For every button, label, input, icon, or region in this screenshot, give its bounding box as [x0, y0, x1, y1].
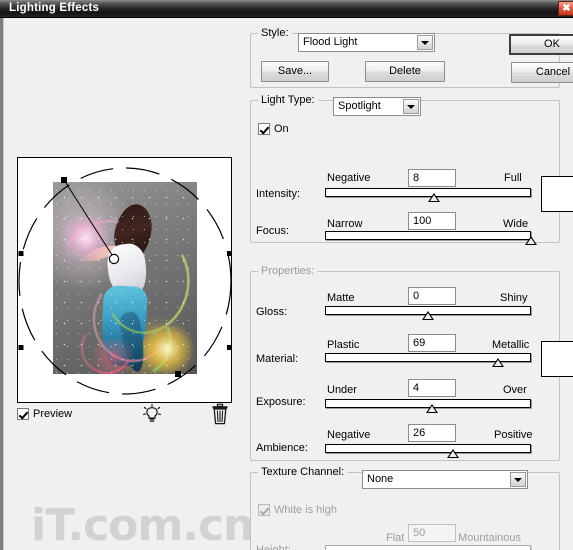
style-select-value: Flood Light: [303, 36, 358, 48]
chevron-down-icon[interactable]: [417, 35, 433, 50]
gloss-value-input[interactable]: 0: [408, 287, 456, 305]
white-is-high-checkbox[interactable]: White is high: [258, 504, 337, 516]
intensity-max-label: Full: [504, 172, 522, 184]
slider-thumb[interactable]: [446, 449, 459, 458]
light-type-select-value: Spotlight: [338, 100, 381, 112]
delete-style-button[interactable]: Delete: [365, 61, 445, 82]
lighting-effects-dialog: Lighting Effects ✖ iT.com.cn Preview Sty…: [0, 0, 573, 550]
texture-channel-select-value: None: [367, 473, 394, 485]
intensity-min-label: Negative: [327, 172, 371, 184]
ambience-slider[interactable]: [325, 444, 531, 458]
material-value-input[interactable]: 69: [408, 334, 456, 352]
exposure-label: Exposure:: [256, 396, 306, 408]
light-center-handle: [108, 253, 120, 265]
height-label: Height:: [256, 544, 291, 550]
texture-channel-group-legend: Texture Channel:: [258, 466, 348, 478]
slider-thumb[interactable]: [428, 193, 441, 202]
focus-value-input[interactable]: 100: [408, 212, 456, 230]
light-handle: [61, 177, 67, 183]
intensity-label: Intensity:: [256, 188, 301, 200]
light-handle: [18, 345, 24, 350]
light-on-label: On: [274, 123, 289, 135]
trash-icon[interactable]: [211, 403, 229, 425]
light-type-group-legend: Light Type:: [258, 94, 318, 106]
slider-thumb[interactable]: [426, 404, 439, 413]
height-max-label: Mountainous: [458, 532, 521, 544]
light-handle: [227, 345, 231, 350]
material-label: Material:: [256, 353, 299, 365]
exposure-value-input[interactable]: 4: [408, 379, 456, 397]
save-style-button[interactable]: Save...: [261, 61, 329, 82]
material-min-label: Plastic: [327, 339, 360, 351]
light-direction-line: [63, 179, 115, 259]
material-slider[interactable]: [325, 353, 531, 367]
chevron-down-icon[interactable]: [510, 472, 526, 487]
gloss-max-label: Shiny: [500, 292, 528, 304]
checkbox-box[interactable]: [17, 408, 29, 420]
close-icon[interactable]: ✖: [558, 1, 573, 16]
properties-group-legend: Properties:: [258, 265, 318, 277]
ambience-max-label: Positive: [494, 429, 533, 441]
style-select[interactable]: Flood Light: [298, 33, 435, 52]
style-group-legend: Style:: [258, 27, 292, 39]
slider-thumb[interactable]: [525, 236, 537, 245]
light-ellipse: [18, 167, 231, 395]
focus-min-label: Narrow: [327, 218, 363, 230]
lightbulb-icon[interactable]: [143, 404, 161, 424]
light-ellipse-overlay[interactable]: [18, 158, 232, 403]
slider-track[interactable]: [325, 231, 531, 240]
window-title: Lighting Effects: [9, 2, 100, 14]
ambience-value-input[interactable]: 26: [408, 424, 456, 442]
white-is-high-label: White is high: [274, 504, 337, 516]
exposure-slider[interactable]: [325, 399, 531, 413]
focus-max-label: Wide: [503, 218, 529, 230]
texture-channel-select[interactable]: None: [362, 470, 528, 489]
light-handle: [18, 251, 24, 256]
slider-thumb[interactable]: [492, 358, 505, 367]
light-on-checkbox[interactable]: On: [258, 123, 289, 135]
gloss-slider[interactable]: [325, 306, 531, 320]
ambient-color-swatch[interactable]: [541, 341, 573, 377]
light-color-swatch[interactable]: [541, 176, 573, 212]
light-handle: [227, 251, 231, 256]
dialog-body: iT.com.cn Preview Style: Flood Light Sav…: [0, 18, 573, 550]
height-slider: [325, 545, 531, 550]
material-max-label: Metallic: [492, 339, 530, 351]
watermark: iT.com.cn: [31, 500, 254, 550]
height-min-label: Flat: [386, 532, 405, 544]
ambience-label: Ambience:: [256, 442, 308, 454]
focus-label: Focus:: [256, 225, 290, 237]
checkbox-box[interactable]: [258, 123, 270, 135]
focus-slider[interactable]: [325, 231, 537, 245]
preview-checkbox-label: Preview: [33, 408, 73, 420]
height-value-input: 50: [408, 524, 456, 542]
intensity-value-input[interactable]: 8: [408, 169, 456, 187]
exposure-max-label: Over: [503, 384, 527, 396]
ok-button[interactable]: OK: [509, 34, 573, 55]
slider-thumb[interactable]: [422, 311, 434, 320]
light-type-select[interactable]: Spotlight: [333, 97, 421, 116]
preview-checkbox[interactable]: Preview: [17, 408, 72, 420]
ambience-min-label: Negative: [327, 429, 371, 441]
gloss-min-label: Matte: [327, 292, 355, 304]
checkbox-box[interactable]: [258, 504, 270, 516]
cancel-button[interactable]: Cancel: [511, 62, 573, 83]
exposure-min-label: Under: [327, 384, 357, 396]
preview-canvas[interactable]: [17, 157, 232, 403]
chevron-down-icon[interactable]: [403, 99, 419, 114]
intensity-slider[interactable]: [325, 188, 531, 202]
slider-track[interactable]: [325, 444, 531, 453]
gloss-label: Gloss:: [256, 306, 288, 318]
window-titlebar: Lighting Effects ✖: [0, 0, 573, 18]
light-handle: [175, 371, 181, 377]
